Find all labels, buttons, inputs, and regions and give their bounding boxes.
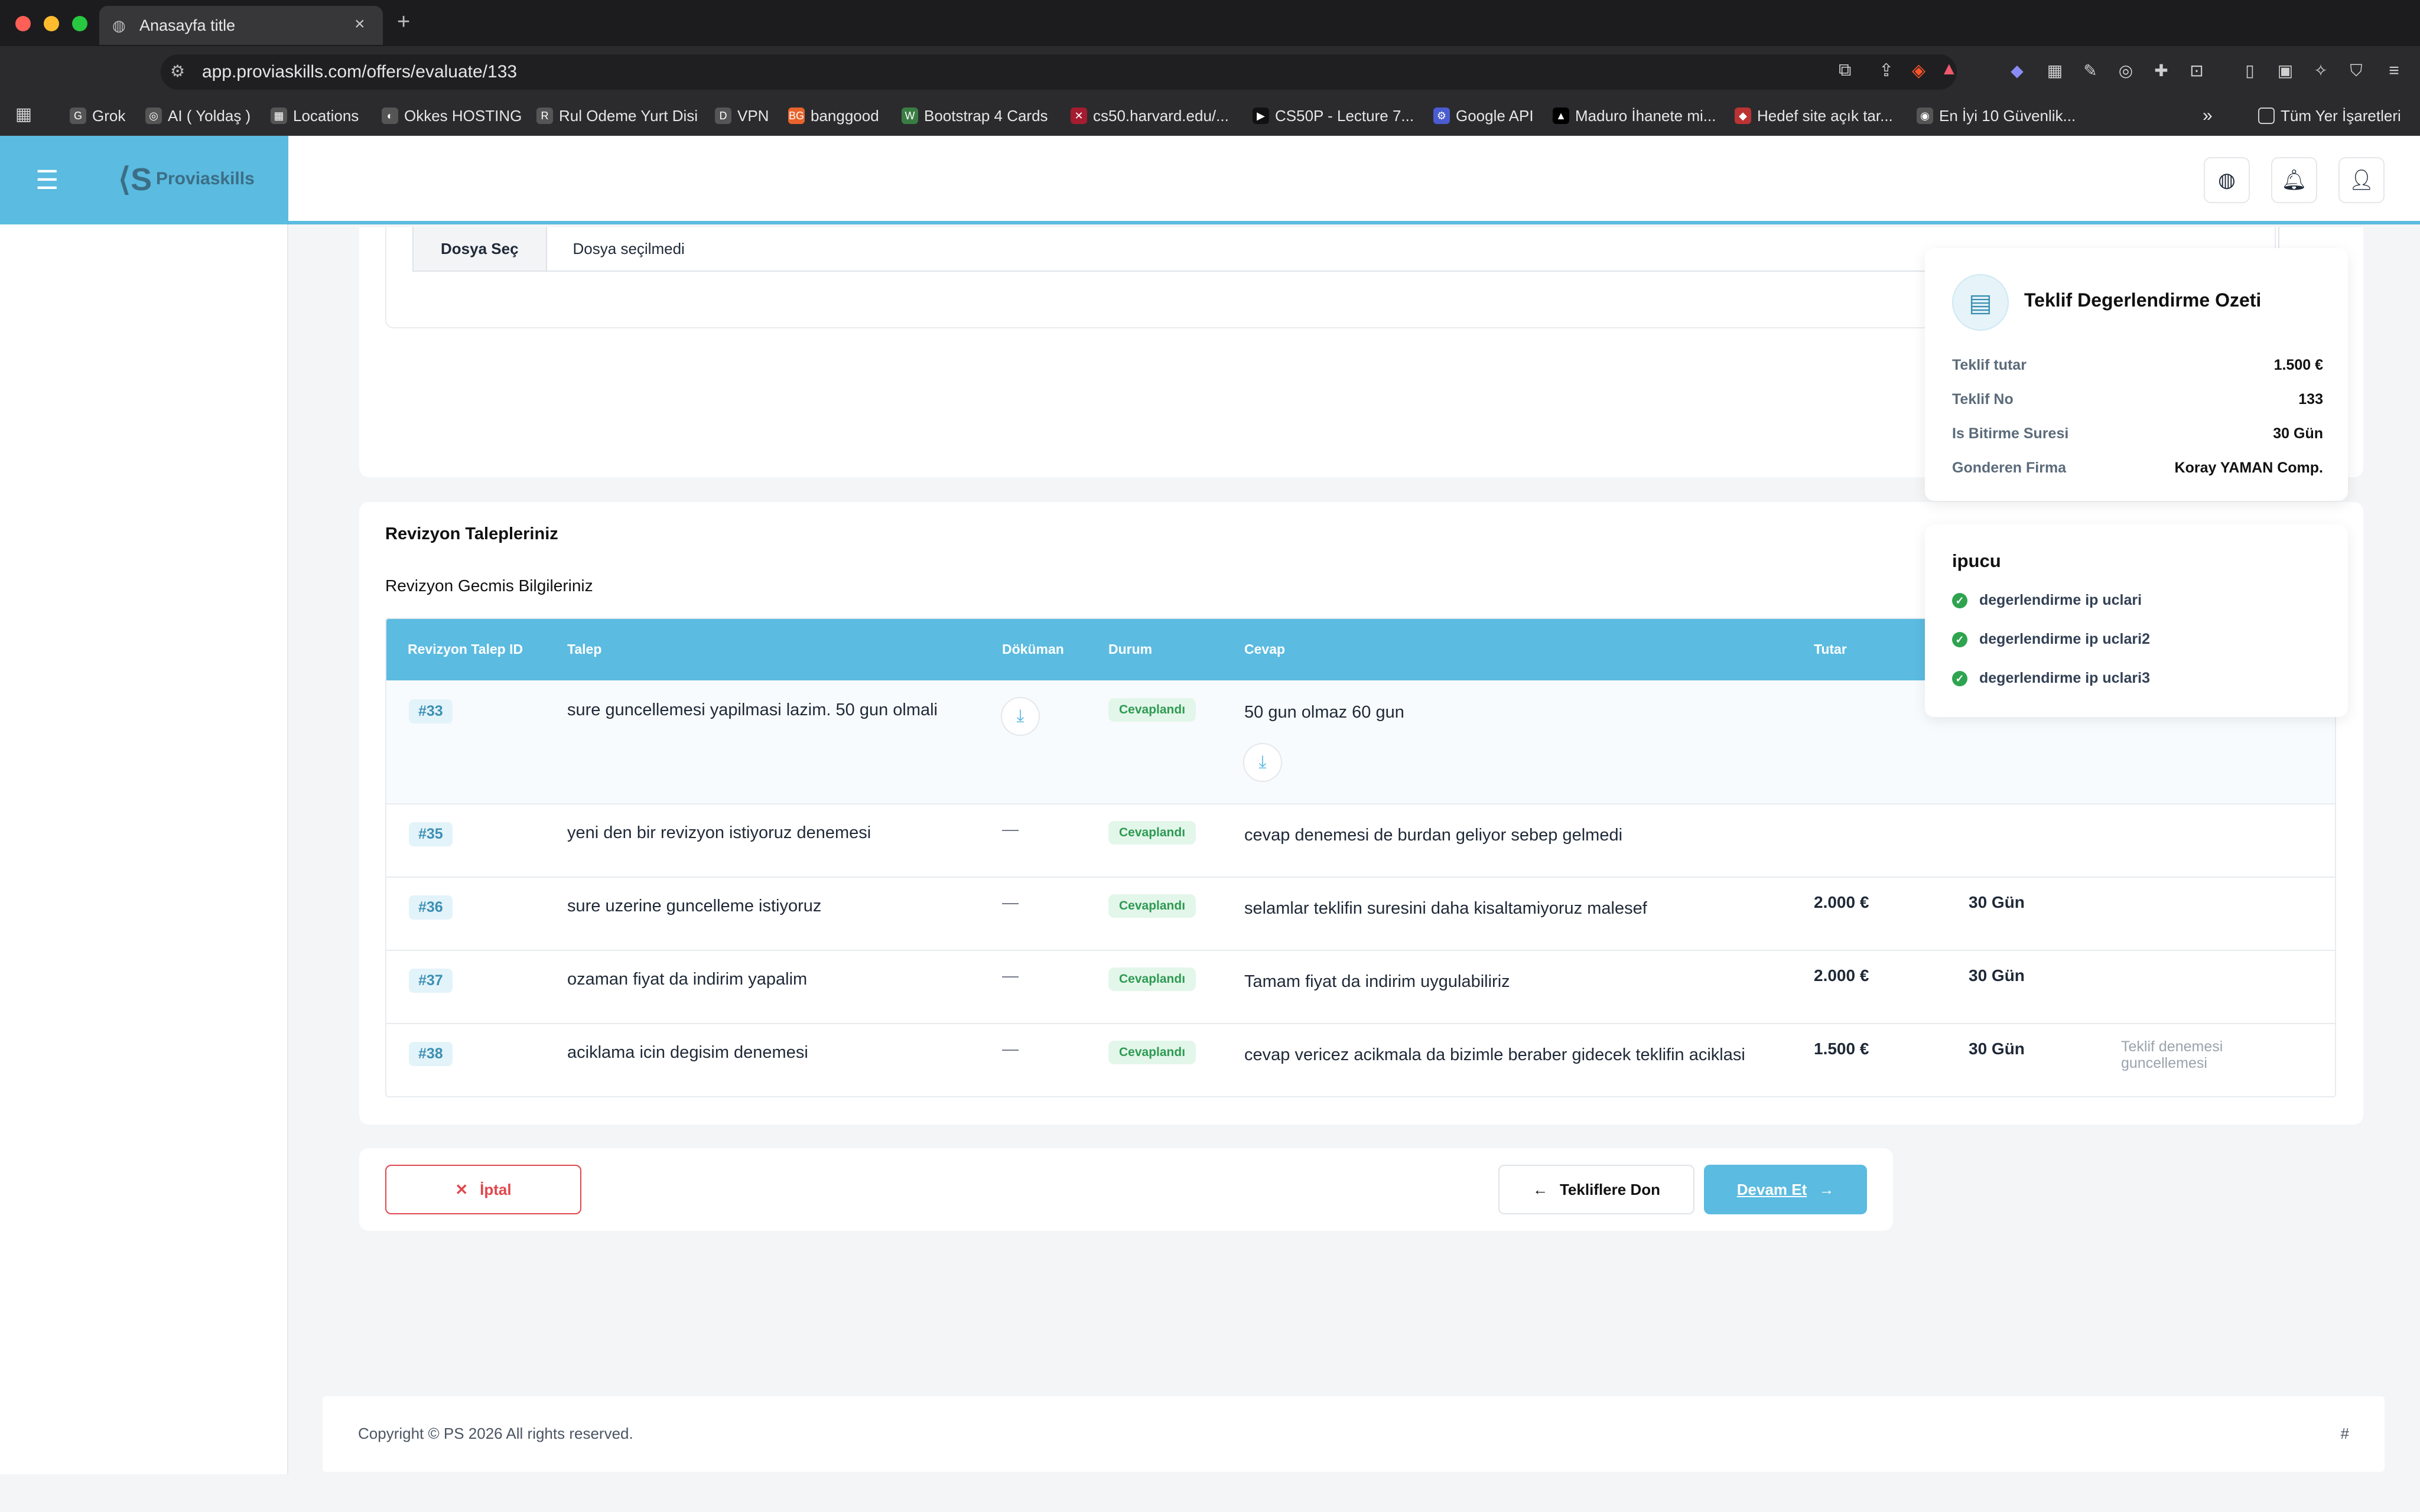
- new-tab-button[interactable]: +: [397, 9, 410, 35]
- qr-icon[interactable]: ▦: [2042, 59, 2068, 83]
- bookmark-item[interactable]: ◆ Hedef site açık tar...: [1735, 104, 1893, 128]
- bookmark-item[interactable]: ◎ AI ( Yoldaş ): [145, 104, 251, 128]
- bookmark-item[interactable]: ◐ Okkes HOSTING: [382, 104, 522, 128]
- bookmark-favicon-icon: R: [536, 107, 553, 124]
- site-settings-icon[interactable]: ⚙: [170, 61, 185, 81]
- apps-grid-icon[interactable]: ▦: [11, 103, 37, 126]
- bookmark-favicon-icon: D: [715, 107, 731, 124]
- bookmark-favicon-icon: ▶: [1253, 107, 1269, 124]
- check-circle-icon: ✓: [1952, 631, 1967, 647]
- globe-icon: ◍: [112, 17, 126, 34]
- screenshot-icon[interactable]: ⊡: [2184, 59, 2210, 83]
- bookmark-favicon-icon: ◆: [1735, 107, 1751, 124]
- hamburger-menu-icon[interactable]: ☰: [35, 165, 58, 195]
- tip-item: ✓ degerlendirme ip uclari: [1952, 592, 2142, 609]
- tab-title: Anasayfa title: [139, 17, 236, 34]
- arrow-right-icon: →: [1819, 1180, 1834, 1198]
- extension-icon[interactable]: ◆: [2004, 59, 2030, 83]
- bookmark-favicon-icon: ▲: [1553, 107, 1569, 124]
- footer: Copyright © PS 2026 All rights reserved.…: [323, 1396, 2385, 1472]
- brand-panel: ☰ ⟨S Proviaskills: [0, 136, 288, 224]
- bookmark-favicon-icon: W: [902, 107, 918, 124]
- choose-file-button[interactable]: Dosya Seç: [414, 227, 547, 271]
- document-icon: ▤: [1952, 274, 2009, 331]
- menu-icon[interactable]: ≡: [2381, 59, 2407, 83]
- bookmark-favicon-icon: ◎: [145, 107, 162, 124]
- cancel-button[interactable]: ✕ İptal: [385, 1165, 581, 1214]
- bookmark-item[interactable]: ✕ cs50.harvard.edu/...: [1071, 104, 1229, 128]
- logo-mark: ⟨S: [118, 162, 152, 197]
- zoom-window-button[interactable]: [72, 16, 87, 31]
- tip-item: ✓ degerlendirme ip uclari2: [1952, 631, 2150, 648]
- wallet-icon[interactable]: ▣: [2272, 59, 2298, 83]
- bell-icon: 🔔︎: [2281, 169, 2307, 191]
- tip-item: ✓ degerlendirme ip uclari3: [1952, 670, 2150, 687]
- close-icon: ✕: [455, 1180, 469, 1198]
- bookmark-item[interactable]: ▦ Locations: [271, 104, 359, 128]
- address-bar[interactable]: ⚙ app.proviaskills.com/offers/evaluate/1…: [161, 54, 1958, 90]
- brave-rewards-icon[interactable]: ▲: [1940, 59, 1958, 79]
- brand-logo[interactable]: Proviaskills: [156, 169, 255, 189]
- eyedropper-icon[interactable]: ✎: [2077, 59, 2103, 83]
- puzzle-icon[interactable]: ✚: [2148, 59, 2174, 83]
- close-window-button[interactable]: [15, 16, 31, 31]
- summary-title: Teklif Degerlendirme Ozeti: [2024, 289, 2262, 311]
- brave-shield-icon[interactable]: ◈: [1912, 60, 1925, 81]
- bookmark-item[interactable]: W Bootstrap 4 Cards: [902, 104, 1048, 128]
- back-to-offers-button[interactable]: ← Tekliflere Don: [1498, 1165, 1694, 1214]
- tips-title: ipucu: [1952, 550, 2001, 571]
- bookmark-favicon-icon: ◐: [382, 107, 398, 124]
- bookmark-favicon-icon: BG: [788, 107, 805, 124]
- bookmark-favicon-icon: ✕: [1071, 107, 1087, 124]
- user-icon: 👤︎: [2349, 169, 2375, 191]
- sidebar: [0, 224, 288, 1474]
- open-external-icon[interactable]: ⧉: [1839, 60, 1851, 80]
- url-text[interactable]: app.proviaskills.com/offers/evaluate/133: [202, 62, 517, 82]
- bookmark-favicon-icon: ▦: [271, 107, 287, 124]
- bookmark-item[interactable]: BG banggood: [788, 104, 879, 128]
- bookmark-item[interactable]: ⚙ Google API: [1433, 104, 1534, 128]
- revisions-subtitle: Revizyon Gecmis Bilgileriniz: [385, 576, 593, 595]
- file-status: Dosya seçilmedi: [573, 239, 685, 258]
- check-circle-icon: ✓: [1952, 670, 1967, 686]
- check-circle-icon: ✓: [1952, 592, 1967, 608]
- bookmarks-overflow-button[interactable]: »: [2203, 104, 2213, 128]
- top-header: [288, 136, 2420, 224]
- browser-tab[interactable]: ◍ Anasayfa title ×: [99, 6, 383, 45]
- arrow-left-icon: ←: [1532, 1180, 1548, 1198]
- vpn-icon[interactable]: ⛉: [2343, 59, 2369, 83]
- extension-icon[interactable]: ◎: [2113, 59, 2139, 83]
- language-button[interactable]: ◍: [2204, 157, 2250, 203]
- bookmark-item[interactable]: ▲ Maduro İhanete mi...: [1553, 104, 1716, 128]
- sidebar-icon[interactable]: ▯: [2237, 59, 2263, 83]
- folder-icon: ​: [2258, 107, 2275, 124]
- profile-button[interactable]: 👤︎: [2338, 157, 2385, 203]
- bookmark-favicon-icon: ◉: [1917, 107, 1933, 124]
- revisions-title: Revizyon Talepleriniz: [385, 524, 558, 543]
- bookmark-favicon-icon: ⚙: [1433, 107, 1450, 124]
- bookmark-favicon-icon: G: [70, 107, 86, 124]
- bookmark-item[interactable]: D VPN: [715, 104, 769, 128]
- share-icon[interactable]: ⇪: [1879, 60, 1894, 81]
- bookmark-item[interactable]: G Grok: [70, 104, 125, 128]
- footer-link[interactable]: #: [2341, 1425, 2349, 1443]
- minimize-window-button[interactable]: [44, 16, 59, 31]
- close-tab-icon[interactable]: ×: [354, 14, 365, 34]
- bookmark-item[interactable]: ▶ CS50P - Lecture 7...: [1253, 104, 1414, 128]
- bookmark-item[interactable]: ◉ En İyi 10 Güvenlik...: [1917, 104, 2076, 128]
- notifications-button[interactable]: 🔔︎: [2271, 157, 2317, 203]
- copyright-text: Copyright © PS 2026 All rights reserved.: [358, 1425, 633, 1442]
- bookmark-item[interactable]: R Rul Odeme Yurt Disi: [536, 104, 698, 128]
- leo-icon[interactable]: ✧: [2308, 59, 2334, 83]
- all-bookmarks-button[interactable]: ​Tüm Yer İşaretleri: [2258, 104, 2401, 128]
- globe-icon: ◍: [2218, 169, 2236, 191]
- continue-button[interactable]: Devam Et →: [1704, 1165, 1867, 1214]
